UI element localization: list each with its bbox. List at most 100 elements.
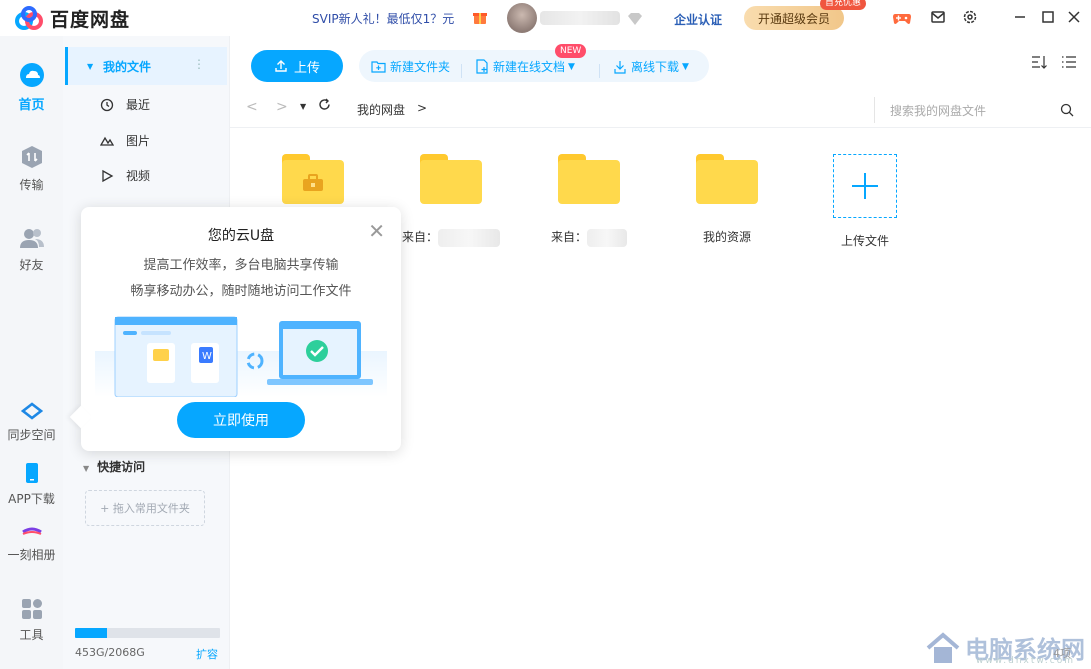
file-item-my-resources[interactable]: 我的资源	[667, 154, 787, 244]
gamepad-icon[interactable]	[892, 9, 911, 27]
rail-app-download[interactable]: APP下载	[0, 462, 63, 507]
file-name: 来自：	[550, 230, 587, 244]
phone-icon	[25, 463, 38, 483]
my-files-label: 我的文件	[103, 60, 152, 74]
rail-home-label: 首页	[18, 98, 45, 113]
offline-label: 离线下载	[631, 60, 680, 74]
tools-grid-icon	[21, 599, 42, 619]
folder-icon	[696, 154, 758, 204]
file-name: 来自：	[401, 230, 438, 244]
sidebar-item-my-files[interactable]: ▼ 我的文件 ⋮	[65, 47, 227, 85]
offline-download-button[interactable]: 离线下载 ▼	[613, 58, 689, 75]
blurred-name	[438, 228, 500, 247]
item-count: 4项	[1053, 647, 1071, 660]
mail-icon[interactable]	[930, 9, 948, 27]
search-placeholder: 搜索我的网盘文件	[890, 104, 987, 118]
new-folder-button[interactable]: 新建文件夹	[371, 58, 450, 75]
cloud-usb-popup: ✕ 您的云U盘 提高工作效率，多台电脑共享传输 畅享移动办公，随时随地访问工作文…	[69, 207, 401, 451]
minimize-icon[interactable]	[1012, 9, 1030, 27]
chevron-down-icon: ▼	[682, 61, 689, 72]
history-dropdown-icon[interactable]: ▼	[300, 102, 306, 111]
popup-description-2: 畅享移动办公，随时随地访问工作文件	[130, 284, 352, 299]
upload-icon	[275, 60, 287, 72]
storage-quota-bar	[75, 628, 220, 638]
path-bar: < > ▼ 我的网盘 > 搜索我的网盘文件	[230, 92, 1091, 128]
transfer-icon	[21, 146, 42, 168]
svg-text:W: W	[202, 351, 212, 362]
refresh-icon[interactable]	[318, 98, 331, 115]
safe-folder-icon	[282, 154, 344, 204]
drop-folder-zone[interactable]: + 拖入常用文件夹	[85, 490, 205, 526]
file-name: 上传文件	[840, 234, 889, 248]
clock-icon	[100, 98, 114, 111]
view-controls	[1031, 55, 1077, 69]
collapse-triangle-icon[interactable]: ▼	[87, 62, 93, 71]
list-view-icon[interactable]	[1061, 55, 1077, 69]
breadcrumb-my-netdisk[interactable]: 我的网盘	[357, 101, 405, 118]
svip-promo-link[interactable]: SVIP新人礼！最低仅1？元	[312, 10, 454, 27]
upload-file-tile[interactable]: 上传文件	[805, 154, 925, 248]
sort-icon[interactable]	[1031, 55, 1047, 69]
quick-access-header[interactable]: ▼ 快捷访问	[83, 458, 145, 475]
gift-icon[interactable]	[472, 9, 488, 29]
upload-button[interactable]: 上传	[251, 50, 343, 82]
new-folder-label: 新建文件夹	[390, 60, 451, 74]
video-icon	[102, 169, 114, 182]
rail-tools[interactable]: 工具	[0, 598, 63, 643]
title-bar: 百度网盘 SVIP新人礼！最低仅1？元 企业认证 开通超级会员 首充优惠	[0, 0, 1091, 36]
back-arrow-icon[interactable]: <	[246, 99, 258, 115]
collapse-triangle-icon[interactable]: ▼	[83, 464, 89, 473]
sidebar-item-recent[interactable]: 最近	[100, 96, 150, 113]
rail-album-label: 一刻相册	[7, 548, 56, 562]
sidebar-item-images[interactable]: 图片	[100, 132, 150, 149]
baidu-netdisk-window: 百度网盘 SVIP新人礼！最低仅1？元 企业认证 开通超级会员 首充优惠 首页 …	[0, 0, 1091, 669]
file-item-from-1[interactable]: 来自：	[391, 154, 511, 247]
rail-friends[interactable]: 好友	[0, 226, 63, 273]
sidebar-item-label: 视频	[126, 169, 151, 183]
file-name-row: 来自：	[529, 228, 649, 247]
search-icon[interactable]	[1060, 103, 1074, 117]
rail-album[interactable]: 一刻相册	[0, 524, 63, 563]
chevron-down-icon: ▼	[568, 61, 575, 72]
sidebar-item-videos[interactable]: 视频	[100, 167, 150, 184]
friends-icon	[19, 229, 44, 248]
rail-app-label: APP下载	[8, 492, 55, 506]
download-icon	[614, 60, 626, 74]
forward-arrow-icon[interactable]: >	[276, 99, 288, 115]
sync-devices-illustration: W	[95, 316, 387, 397]
diamond-icon[interactable]	[626, 11, 644, 30]
popup-title: 您的云U盘	[207, 228, 275, 244]
rail-tools-label: 工具	[19, 628, 44, 642]
settings-icon[interactable]	[962, 9, 980, 27]
cloud-home-icon	[19, 63, 44, 87]
image-icon	[100, 136, 114, 146]
storage-quota-text: 453G/2068G	[75, 646, 145, 659]
new-doc-label: 新建在线文档	[493, 60, 566, 74]
use-now-button[interactable]: 立即使用	[177, 402, 305, 438]
file-name-row: 来自：	[391, 228, 511, 247]
breadcrumb-separator: >	[417, 101, 428, 115]
expand-storage-link[interactable]: 扩容	[196, 646, 218, 662]
maximize-icon[interactable]	[1040, 9, 1058, 27]
baidu-cloud-logo-icon	[15, 5, 43, 30]
house-logo-icon	[926, 631, 960, 663]
toolbar-group: 新建文件夹 新建在线文档 ▼ 离线下载 ▼	[359, 50, 709, 82]
file-name: 我的资源	[702, 230, 751, 244]
rail-transfer[interactable]: 传输	[0, 144, 63, 193]
toolbar-divider	[599, 64, 600, 78]
user-avatar[interactable]	[507, 3, 537, 33]
close-window-icon[interactable]	[1066, 9, 1084, 27]
rail-home[interactable]: 首页	[0, 62, 63, 113]
rail-transfer-label: 传输	[19, 178, 44, 192]
more-vertical-icon[interactable]: ⋮	[193, 57, 205, 71]
file-item-from-2[interactable]: 来自：	[529, 154, 649, 247]
rail-sync-space[interactable]: 同步空间	[0, 402, 63, 443]
search-box[interactable]: 搜索我的网盘文件	[874, 97, 1084, 123]
enterprise-verify-link[interactable]: 企业认证	[674, 11, 722, 28]
blurred-name	[587, 228, 627, 247]
username-blurred[interactable]	[540, 11, 620, 25]
first-recharge-badge: 首充优惠	[820, 0, 867, 10]
new-online-doc-button[interactable]: 新建在线文档 ▼	[475, 58, 575, 75]
upload-label: 上传	[293, 60, 320, 76]
folder-icon	[420, 154, 482, 204]
